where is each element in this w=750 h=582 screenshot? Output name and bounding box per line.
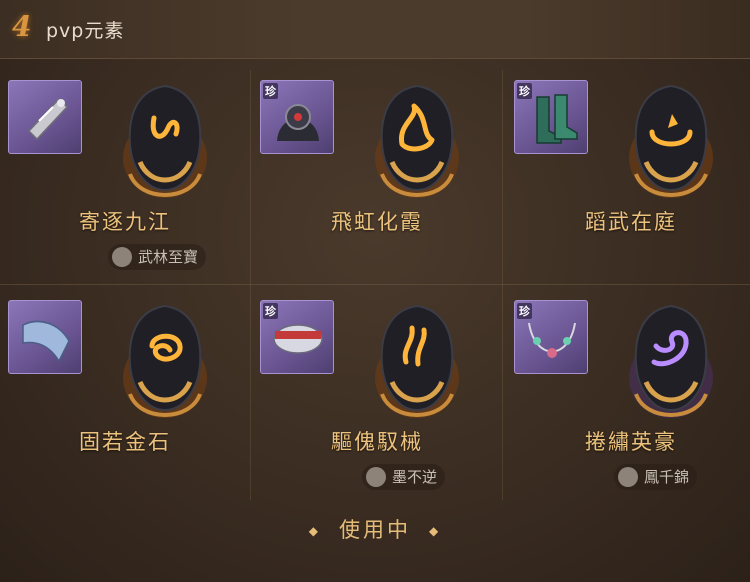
avatar-icon: [366, 467, 386, 487]
item-icon-boots[interactable]: 珍: [514, 80, 588, 154]
rare-badge: 珍: [517, 83, 532, 99]
skill-gem: [375, 84, 459, 198]
avatar-icon: [618, 467, 638, 487]
item-icon-hairpin[interactable]: [8, 80, 82, 154]
skill-gem: [629, 84, 713, 198]
diamond-icon: ◆: [429, 524, 442, 538]
skill-gem: [123, 84, 207, 198]
element-slot-5[interactable]: 珍 驅傀馭械 墨不逆: [252, 292, 502, 506]
element-slot-2[interactable]: 珍 飛虹化霞: [252, 72, 502, 286]
skill-gem: [375, 304, 459, 418]
section-header: 4 pvp元素: [0, 0, 750, 59]
owner-tag: 墨不逆: [362, 464, 446, 490]
owner-tag: 武林至寶: [108, 244, 207, 270]
element-slot-3[interactable]: 珍 蹈武在庭: [506, 72, 750, 286]
column-divider: [502, 70, 503, 500]
rare-badge: 珍: [263, 83, 278, 99]
owner-name: 鳳千錦: [644, 468, 690, 486]
skill-name: 飛虹化霞: [331, 210, 423, 234]
skill-name: 寄逐九江: [79, 210, 171, 234]
skill-name: 驅傀馭械: [331, 430, 423, 454]
section-title: pvp元素: [46, 20, 125, 42]
skill-gem: [629, 304, 713, 418]
skill-name: 捲繡英豪: [585, 430, 677, 454]
skill-name: 蹈武在庭: [585, 210, 677, 234]
section-number: 4: [12, 10, 32, 43]
rare-badge: 珍: [517, 303, 532, 319]
status-footer: ◆ 使用中 ◆: [0, 514, 750, 544]
diamond-icon: ◆: [308, 524, 321, 538]
element-slot-6[interactable]: 珍 捲繡英豪 鳳千錦: [506, 292, 750, 506]
owner-tag: 鳳千錦: [614, 464, 698, 490]
skill-name: 固若金石: [79, 430, 171, 454]
rare-badge: 珍: [263, 303, 278, 319]
in-use-label: 使用中: [339, 518, 411, 542]
item-icon-bracer[interactable]: [8, 300, 82, 374]
item-icon-mask[interactable]: 珍: [260, 80, 334, 154]
element-slot-4[interactable]: 固若金石: [0, 292, 250, 506]
skill-gem: [123, 304, 207, 418]
column-divider: [250, 70, 251, 500]
element-slot-1[interactable]: 寄逐九江 武林至寶: [0, 72, 250, 286]
avatar-icon: [112, 247, 132, 267]
owner-name: 武林至寶: [138, 248, 199, 266]
owner-name: 墨不逆: [392, 468, 438, 486]
item-icon-necklace[interactable]: 珍: [514, 300, 588, 374]
item-icon-helmet[interactable]: 珍: [260, 300, 334, 374]
